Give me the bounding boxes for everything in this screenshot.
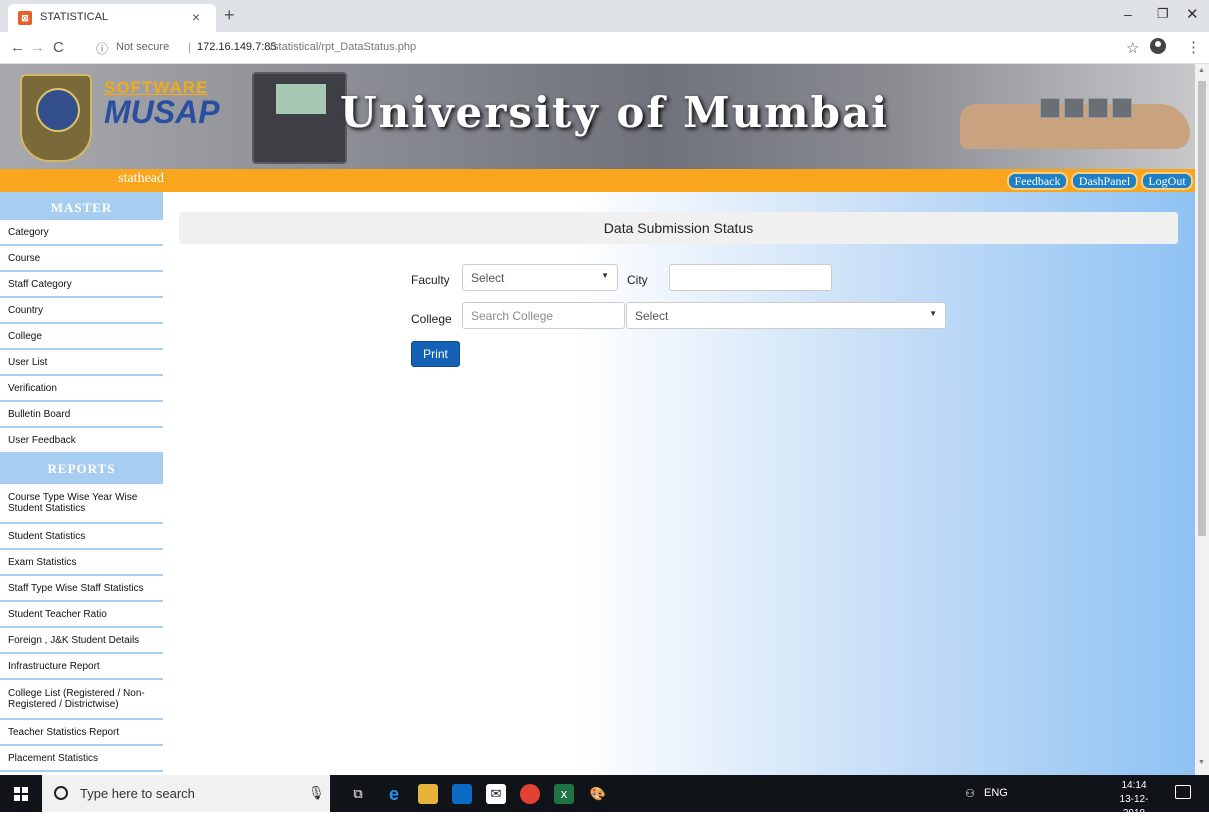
taskbar-search-box[interactable]: Type here to search 🎙	[42, 775, 330, 812]
faculty-select-value: Select	[471, 271, 505, 285]
dropdown-caret-icon: ▼	[601, 271, 609, 280]
taskbar-clock[interactable]: 14:14 13-12-2018	[1109, 779, 1159, 821]
file-explorer-icon[interactable]	[418, 784, 438, 804]
sidebar-item-student-teacher-ratio[interactable]: Student Teacher Ratio	[0, 602, 163, 628]
task-view-icon[interactable]: ⧉	[348, 784, 368, 804]
sidebar-item-college[interactable]: College	[0, 324, 163, 350]
banner-title: University of Mumbai	[340, 88, 890, 137]
browser-tab-strip: ⊠ STATISTICAL × + – ❐ ✕	[0, 0, 1209, 32]
faculty-label: Faculty	[411, 273, 450, 287]
sidebar-item-country[interactable]: Country	[0, 298, 163, 324]
scroll-down-icon[interactable]: ▼	[1198, 759, 1205, 766]
sidebar-item-staff-type-stats[interactable]: Staff Type Wise Staff Statistics	[0, 576, 163, 602]
window-close-icon[interactable]: ✕	[1186, 5, 1199, 23]
tab-close-icon[interactable]: ×	[192, 9, 200, 25]
forward-arrow-icon[interactable]: →	[30, 39, 45, 56]
sidebar-heading-master: MASTER	[0, 192, 163, 220]
user-bar: stathead Feedback DashPanel LogOut	[0, 169, 1195, 192]
account-icon[interactable]	[1150, 38, 1166, 54]
sidebar-heading-reports: REPORTS	[0, 454, 163, 484]
paint-icon[interactable]: 🎨	[588, 784, 608, 804]
cube-image	[1088, 98, 1108, 118]
url-field[interactable]: ⓘ Not secure | 172.16.149.7:85 /statisti…	[80, 36, 1110, 60]
logo-musap-text: MUSAP	[104, 94, 220, 130]
device-image	[252, 72, 347, 164]
dashpanel-button[interactable]: DashPanel	[1071, 172, 1138, 190]
cube-image	[1064, 98, 1084, 118]
minimize-icon[interactable]: –	[1124, 6, 1132, 22]
sidebar-item-user-list[interactable]: User List	[0, 350, 163, 376]
notification-center-icon[interactable]	[1175, 785, 1191, 799]
sidebar-item-college-list[interactable]: College List (Registered / Non-Registere…	[0, 680, 163, 720]
windows-taskbar: Type here to search 🎙 ⧉ e ✉ x 🎨 ⚇ ENG 14…	[0, 775, 1209, 819]
sidebar-item-foreign-jk-students[interactable]: Foreign , J&K Student Details	[0, 628, 163, 654]
people-icon[interactable]: ⚇	[960, 784, 980, 804]
mail-icon[interactable]: ✉	[486, 784, 506, 804]
cube-image	[1040, 98, 1060, 118]
city-label: City	[627, 273, 648, 287]
language-indicator[interactable]: ENG	[984, 787, 1008, 799]
faculty-select[interactable]: Select ▼	[462, 264, 618, 291]
url-host: 172.16.149.7:85	[197, 41, 277, 53]
feedback-button[interactable]: Feedback	[1007, 172, 1068, 190]
sidebar-item-verification[interactable]: Verification	[0, 376, 163, 402]
sidebar-item-infrastructure-report[interactable]: Infrastructure Report	[0, 654, 163, 680]
college-label: College	[411, 312, 452, 326]
sidebar-item-course-type-stats[interactable]: Course Type Wise Year Wise Student Stati…	[0, 484, 163, 524]
page-title: Data Submission Status	[179, 212, 1178, 244]
tab-title: STATISTICAL	[40, 11, 109, 23]
web-page: SOFTWARE MUSAP University of Mumbai stat…	[0, 64, 1195, 775]
taskbar-search-placeholder: Type here to search	[80, 786, 195, 801]
page-scrollbar[interactable]: ▲ ▼	[1195, 64, 1209, 775]
bookmark-star-icon[interactable]: ☆	[1126, 39, 1139, 57]
sidebar-item-category[interactable]: Category	[0, 220, 163, 246]
header-banner: SOFTWARE MUSAP University of Mumbai	[0, 64, 1195, 169]
security-status: Not secure	[116, 41, 170, 53]
cube-image	[1112, 98, 1132, 118]
college-search-input[interactable]: Search College	[462, 302, 625, 329]
url-separator: |	[188, 40, 192, 54]
info-icon[interactable]: ⓘ	[96, 40, 108, 57]
new-tab-icon[interactable]: +	[224, 5, 235, 25]
sidebar-item-exam-statistics[interactable]: Exam Statistics	[0, 550, 163, 576]
store-icon[interactable]	[452, 784, 472, 804]
city-input[interactable]	[669, 264, 832, 291]
sidebar-item-bulletin-board[interactable]: Bulletin Board	[0, 402, 163, 428]
university-crest-logo	[20, 74, 92, 162]
sidebar-item-student-statistics[interactable]: Student Statistics	[0, 524, 163, 550]
excel-icon[interactable]: x	[554, 784, 574, 804]
favicon-icon: ⊠	[18, 11, 32, 25]
sidebar-menu: MASTER Category Course Staff Category Co…	[0, 192, 163, 775]
logout-button[interactable]: LogOut	[1141, 172, 1193, 190]
url-path: /statistical/rpt_DataStatus.php	[270, 41, 417, 53]
college-select-value: Select	[635, 309, 669, 323]
sidebar-item-course[interactable]: Course	[0, 246, 163, 272]
address-bar: ← → C ⓘ Not secure | 172.16.149.7:85 /st…	[0, 32, 1209, 64]
sidebar-item-staff-category[interactable]: Staff Category	[0, 272, 163, 298]
clock-time: 14:14	[1121, 780, 1147, 791]
scrollbar-thumb[interactable]	[1198, 81, 1206, 536]
chrome-icon[interactable]	[520, 784, 540, 804]
browser-tab[interactable]: ⊠ STATISTICAL ×	[8, 4, 216, 32]
sidebar-item-teacher-statistics[interactable]: Teacher Statistics Report	[0, 720, 163, 746]
sidebar-item-user-feedback[interactable]: User Feedback	[0, 428, 163, 454]
scroll-up-icon[interactable]: ▲	[1198, 67, 1205, 74]
microphone-icon[interactable]: 🎙	[308, 785, 325, 801]
windows-start-icon[interactable]	[14, 787, 28, 801]
print-button[interactable]: Print	[411, 341, 460, 367]
cortana-icon	[54, 786, 68, 800]
edge-icon[interactable]: e	[384, 784, 404, 804]
main-content: Data Submission Status Faculty Select ▼ …	[163, 192, 1195, 775]
menu-dots-icon[interactable]: ⋮	[1186, 38, 1201, 56]
clock-date: 13-12-2018	[1119, 794, 1149, 819]
sidebar-item-placement-statistics[interactable]: Placement Statistics	[0, 746, 163, 772]
reload-icon[interactable]: C	[53, 39, 64, 56]
back-arrow-icon[interactable]: ←	[10, 39, 25, 56]
maximize-icon[interactable]: ❐	[1157, 6, 1169, 22]
dropdown-caret-icon: ▼	[929, 309, 937, 318]
username-label: stathead	[118, 171, 164, 186]
college-select[interactable]: Select ▼	[626, 302, 946, 329]
